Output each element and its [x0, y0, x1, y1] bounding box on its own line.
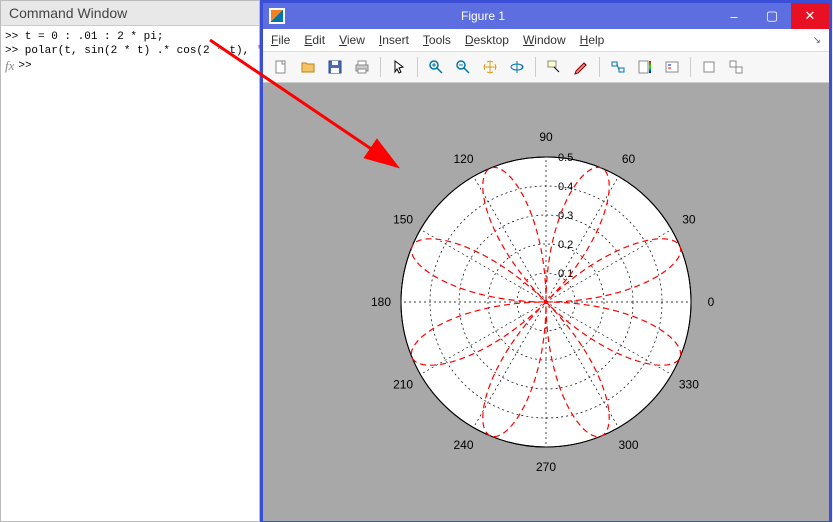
svg-text:300: 300	[618, 438, 638, 452]
dock-icon[interactable]: ↘	[813, 35, 821, 46]
svg-text:210: 210	[393, 378, 413, 392]
svg-text:0.2: 0.2	[558, 239, 573, 251]
brush-icon[interactable]	[569, 55, 593, 79]
link-icon[interactable]	[606, 55, 630, 79]
command-window-body[interactable]: >> t = 0 : .01 : 2 * pi; >> polar(t, sin…	[1, 26, 259, 74]
svg-text:150: 150	[393, 213, 413, 227]
figure-title: Figure 1	[251, 9, 715, 23]
separator	[599, 57, 600, 77]
minimize-button[interactable]: –	[715, 3, 753, 29]
zoom-in-icon[interactable]	[424, 55, 448, 79]
command-line: >> polar(t, sin(2 * t) .* cos(2 * t), '-…	[5, 44, 259, 58]
pointer-icon[interactable]	[387, 55, 411, 79]
menu-help[interactable]: Help	[580, 33, 605, 47]
menu-tools[interactable]: Tools	[423, 33, 451, 47]
menu-view[interactable]: View	[339, 33, 365, 47]
command-prompt[interactable]: fx >>	[5, 58, 259, 74]
command-line: >> t = 0 : .01 : 2 * pi;	[5, 30, 259, 44]
fx-icon: fx	[5, 58, 14, 74]
separator	[690, 57, 691, 77]
separator	[380, 57, 381, 77]
menu-desktop[interactable]: Desktop	[465, 33, 509, 47]
svg-text:330: 330	[679, 378, 699, 392]
menu-file[interactable]: File	[271, 33, 290, 47]
svg-text:270: 270	[536, 460, 556, 474]
new-figure-icon[interactable]	[269, 55, 293, 79]
colorbar-icon[interactable]	[633, 55, 657, 79]
show-tools-icon[interactable]	[724, 55, 748, 79]
rotate3d-icon[interactable]	[505, 55, 529, 79]
svg-text:60: 60	[622, 152, 636, 166]
svg-text:90: 90	[539, 130, 553, 144]
legend-icon[interactable]	[660, 55, 684, 79]
menu-window[interactable]: Window	[523, 33, 566, 47]
command-window-title: Command Window	[1, 1, 259, 26]
figure-titlebar[interactable]: Figure 1 – ▢ ✕	[263, 3, 829, 29]
pan-icon[interactable]	[478, 55, 502, 79]
menu-edit[interactable]: Edit	[304, 33, 325, 47]
svg-text:30: 30	[682, 213, 696, 227]
maximize-button[interactable]: ▢	[753, 3, 791, 29]
zoom-out-icon[interactable]	[451, 55, 475, 79]
figure-window: Figure 1 – ▢ ✕ File Edit View Insert Too…	[260, 0, 832, 522]
polar-axes[interactable]: 0.10.20.30.40.50306090120150180210240270…	[361, 117, 731, 487]
hide-tools-icon[interactable]	[697, 55, 721, 79]
figure-axes-area[interactable]: 0.10.20.30.40.50306090120150180210240270…	[263, 83, 829, 521]
menubar: File Edit View Insert Tools Desktop Wind…	[263, 29, 829, 52]
menu-insert[interactable]: Insert	[379, 33, 409, 47]
close-button[interactable]: ✕	[791, 3, 829, 29]
svg-text:180: 180	[371, 295, 391, 309]
separator	[535, 57, 536, 77]
command-window: Command Window >> t = 0 : .01 : 2 * pi; …	[0, 0, 260, 522]
toolbar	[263, 52, 829, 83]
svg-text:0.3: 0.3	[558, 210, 573, 222]
data-cursor-icon[interactable]	[542, 55, 566, 79]
open-icon[interactable]	[296, 55, 320, 79]
svg-text:120: 120	[453, 152, 473, 166]
save-icon[interactable]	[323, 55, 347, 79]
svg-text:0: 0	[708, 295, 715, 309]
separator	[417, 57, 418, 77]
svg-text:240: 240	[453, 438, 473, 452]
print-icon[interactable]	[350, 55, 374, 79]
